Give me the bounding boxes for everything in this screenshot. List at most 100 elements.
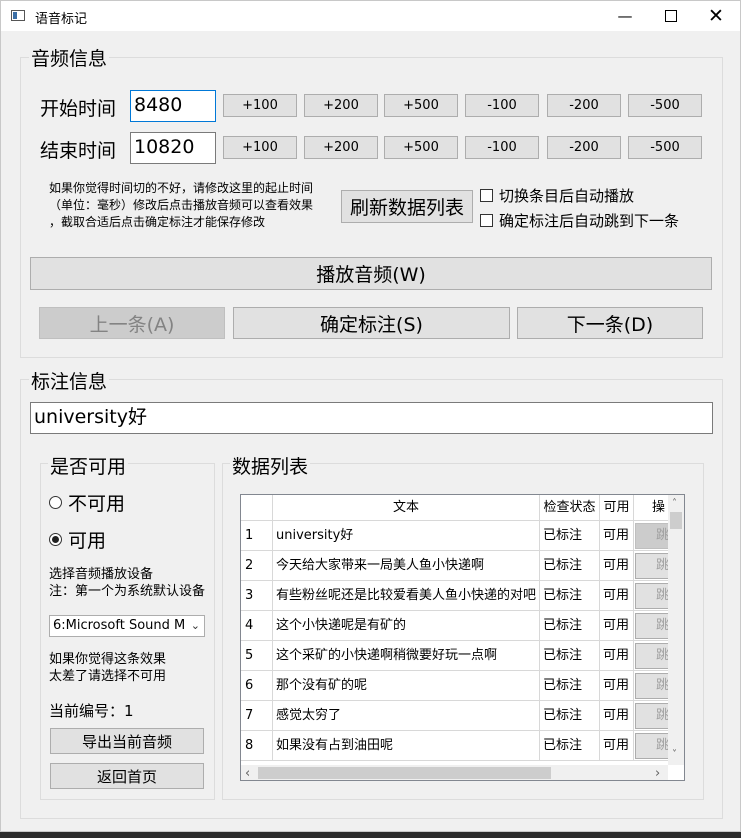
- table-cell-usable[interactable]: 可用: [600, 671, 634, 701]
- auto-play-label: 切换条目后自动播放: [499, 187, 635, 205]
- table-row-number: 6: [241, 671, 273, 701]
- end-plus-100-button[interactable]: +100: [223, 136, 297, 159]
- audio-device-select[interactable]: 6:Microsoft Sound M ⌄: [49, 615, 205, 637]
- table-cell-text[interactable]: 感觉太穷了: [273, 701, 540, 731]
- table-cell-text[interactable]: 如果没有占到油田呢: [273, 731, 540, 761]
- jump-button[interactable]: 跳: [635, 583, 669, 609]
- jump-button[interactable]: 跳: [635, 703, 669, 729]
- table-cell-usable[interactable]: 可用: [600, 581, 634, 611]
- window-title: 语音标记: [35, 12, 88, 27]
- radio-circle-selected: [49, 533, 62, 546]
- table-cell-text[interactable]: 这个小快递呢是有矿的: [273, 611, 540, 641]
- table-cell-status[interactable]: 已标注: [540, 551, 600, 581]
- table-row-number: 3: [241, 581, 273, 611]
- end-time-input[interactable]: 10820: [130, 132, 216, 164]
- radio-circle: [49, 496, 62, 509]
- main-window: 语音标记 — ✕ 音频信息 开始时间 8480 结束时间 10820 +100 …: [0, 0, 741, 832]
- minimize-button[interactable]: —: [602, 1, 648, 31]
- table-cell-status[interactable]: 已标注: [540, 611, 600, 641]
- table-cell-usable[interactable]: 可用: [600, 551, 634, 581]
- quality-hint-line-1: 如果你觉得这条效果: [49, 652, 167, 667]
- table-cell-status[interactable]: 已标注: [540, 581, 600, 611]
- table-row-number: 1: [241, 521, 273, 551]
- start-minus-100-button[interactable]: -100: [465, 94, 539, 117]
- table-cell-usable[interactable]: 可用: [600, 611, 634, 641]
- unusable-radio[interactable]: 不可用: [49, 489, 125, 516]
- play-audio-button[interactable]: 播放音频(W): [30, 257, 712, 290]
- prev-item-button[interactable]: 上一条(A): [39, 307, 225, 339]
- table-header-action[interactable]: 操: [634, 495, 670, 521]
- start-plus-200-button[interactable]: +200: [304, 94, 378, 117]
- table-cell-status[interactable]: 已标注: [540, 701, 600, 731]
- start-plus-500-button[interactable]: +500: [384, 94, 458, 117]
- table-row-number: 4: [241, 611, 273, 641]
- end-minus-500-button[interactable]: -500: [628, 136, 702, 159]
- time-hint-line-3: ，截取合适后点击确定标注才能保存修改: [49, 215, 266, 229]
- back-home-button[interactable]: 返回首页: [50, 763, 204, 789]
- confirm-annotation-button[interactable]: 确定标注(S): [233, 307, 510, 339]
- table-cell-status[interactable]: 已标注: [540, 641, 600, 671]
- end-minus-200-button[interactable]: -200: [547, 136, 621, 159]
- maximize-button[interactable]: [648, 1, 694, 31]
- app-icon: [11, 10, 25, 21]
- audio-device-value: 6:Microsoft Sound M: [53, 618, 186, 633]
- table-cell-usable[interactable]: 可用: [600, 731, 634, 761]
- scroll-left-icon[interactable]: ‹: [245, 766, 250, 780]
- horizontal-scroll-thumb[interactable]: [258, 767, 551, 779]
- table-header-status[interactable]: 检查状态: [540, 495, 600, 521]
- table-header-text[interactable]: 文本: [273, 495, 540, 521]
- table-cell-status[interactable]: 已标注: [540, 521, 600, 551]
- start-minus-500-button[interactable]: -500: [628, 94, 702, 117]
- table-header-index: [241, 495, 273, 521]
- jump-button[interactable]: 跳: [635, 553, 669, 579]
- annotation-text-input[interactable]: university好: [30, 402, 713, 434]
- start-plus-100-button[interactable]: +100: [223, 94, 297, 117]
- table-cell-text[interactable]: 这个采矿的小快递啊稍微要好玩一点啊: [273, 641, 540, 671]
- jump-button[interactable]: 跳: [635, 523, 669, 549]
- chevron-down-icon: ⌄: [190, 619, 200, 632]
- close-button[interactable]: ✕: [693, 1, 739, 31]
- device-hint-line-2: 注：第一个为系统默认设备: [49, 584, 206, 599]
- end-plus-200-button[interactable]: +200: [304, 136, 378, 159]
- jump-button[interactable]: 跳: [635, 643, 669, 669]
- table-cell-text[interactable]: university好: [273, 521, 540, 551]
- export-audio-button[interactable]: 导出当前音频: [50, 728, 204, 754]
- auto-next-checkbox[interactable]: 确定标注后自动跳到下一条: [480, 210, 679, 231]
- scroll-down-icon[interactable]: ˅: [672, 749, 677, 760]
- vertical-scrollbar[interactable]: ˄ ˅: [668, 495, 684, 765]
- jump-button[interactable]: 跳: [635, 613, 669, 639]
- table-cell-status[interactable]: 已标注: [540, 731, 600, 761]
- end-minus-100-button[interactable]: -100: [465, 136, 539, 159]
- scroll-right-icon[interactable]: ›: [655, 766, 660, 780]
- end-plus-500-button[interactable]: +500: [384, 136, 458, 159]
- next-item-button[interactable]: 下一条(D): [517, 307, 703, 339]
- table-cell-text[interactable]: 那个没有矿的呢: [273, 671, 540, 701]
- table-header-usable[interactable]: 可用: [600, 495, 634, 521]
- table-cell-status[interactable]: 已标注: [540, 671, 600, 701]
- auto-play-checkbox[interactable]: 切换条目后自动播放: [480, 185, 634, 206]
- table-row-number: 8: [241, 731, 273, 761]
- close-icon: ✕: [708, 5, 724, 27]
- quality-hint-line-2: 太差了请选择不可用: [49, 669, 167, 684]
- table-cell-usable[interactable]: 可用: [600, 641, 634, 671]
- auto-next-label: 确定标注后自动跳到下一条: [499, 212, 680, 230]
- jump-button[interactable]: 跳: [635, 673, 669, 699]
- table-cell-text[interactable]: 有些粉丝呢还是比较爱看美人鱼小快递的对吧: [273, 581, 540, 611]
- scroll-up-icon[interactable]: ˄: [672, 498, 677, 509]
- usable-label: 可用: [68, 530, 107, 552]
- start-time-input[interactable]: 8480: [130, 90, 216, 122]
- table-cell-usable[interactable]: 可用: [600, 701, 634, 731]
- refresh-list-button[interactable]: 刷新数据列表: [341, 190, 473, 223]
- table-row-number: 5: [241, 641, 273, 671]
- start-minus-200-button[interactable]: -200: [547, 94, 621, 117]
- table-cell-text[interactable]: 今天给大家带来一局美人鱼小快递啊: [273, 551, 540, 581]
- vertical-scroll-thumb[interactable]: [670, 512, 682, 529]
- horizontal-scrollbar[interactable]: ‹ ›: [241, 765, 668, 780]
- jump-button[interactable]: 跳: [635, 733, 669, 759]
- table-cell-usable[interactable]: 可用: [600, 521, 634, 551]
- title-bar[interactable]: 语音标记 — ✕: [1, 1, 740, 31]
- minimize-icon: —: [617, 7, 633, 25]
- usable-radio[interactable]: 可用: [49, 526, 106, 553]
- table-row-number: 2: [241, 551, 273, 581]
- start-time-label: 开始时间: [40, 98, 117, 120]
